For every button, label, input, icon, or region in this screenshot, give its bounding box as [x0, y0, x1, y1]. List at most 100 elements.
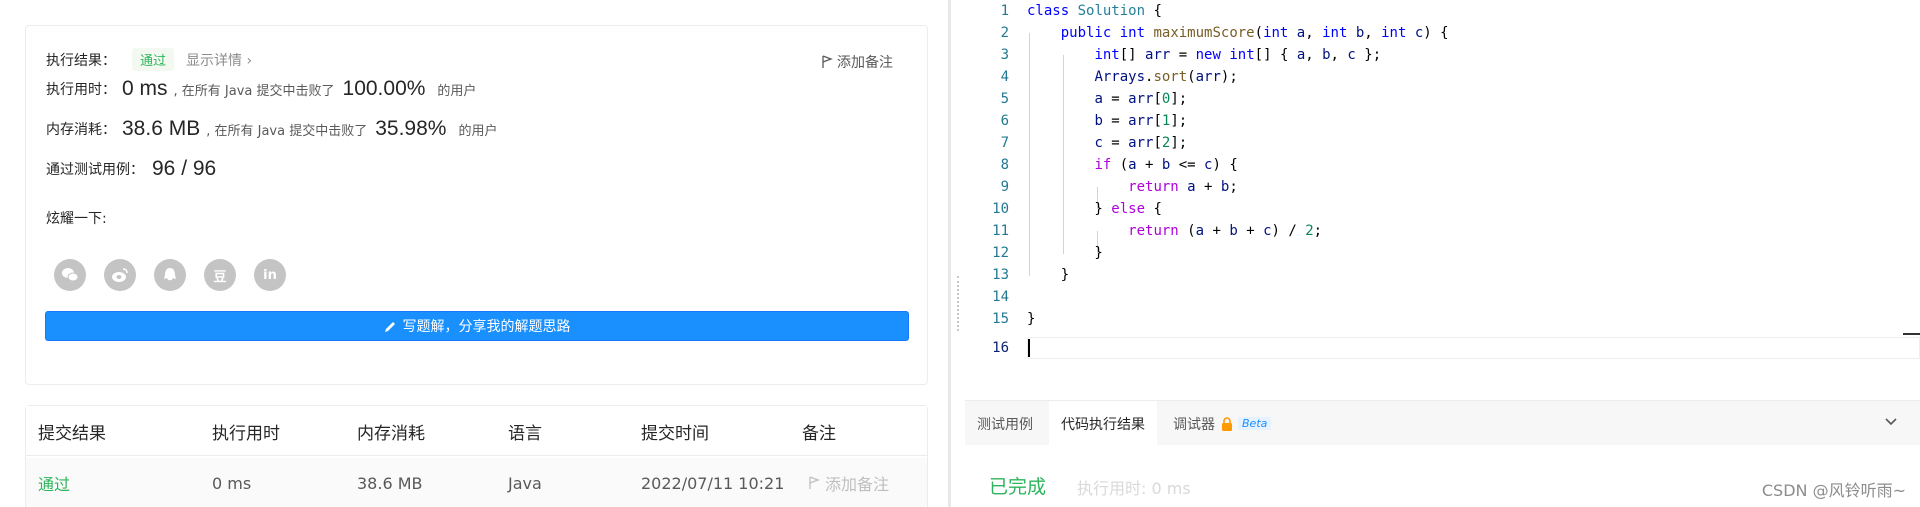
runtime-row: 执行用时： 0 ms , 在所有 Java 提交中击败了 100.00% 的用户	[46, 74, 476, 104]
line-number: 8	[1000, 157, 1009, 173]
linkedin-icon[interactable]: in	[254, 259, 286, 291]
result-label: 执行结果：	[46, 52, 116, 69]
code-line: 5 a = arr[0];	[951, 88, 1920, 110]
row-memory: 38.6 MB	[357, 473, 423, 493]
line-number: 16	[992, 340, 1009, 356]
row-add-note-button[interactable]: 添加备注	[808, 458, 889, 507]
header-memory: 内存消耗	[357, 423, 425, 444]
run-status: 已完成	[989, 476, 1047, 498]
code-line: 8 if (a + b <= c) {	[951, 154, 1920, 176]
line-number: 4	[1000, 69, 1009, 85]
code-line: 2 public int maximumScore(int a, int b, …	[951, 22, 1920, 44]
code-line: 4 Arrays.sort(arr);	[951, 66, 1920, 88]
code-text: a = arr[0];	[1094, 91, 1188, 107]
tab-debugger[interactable]: 调试器 Beta	[1161, 401, 1283, 446]
tab-code-result[interactable]: 代码执行结果	[1049, 401, 1157, 446]
code-line: 12 }	[951, 242, 1920, 264]
beta-badge: Beta	[1238, 417, 1272, 430]
code-text: class Solution {	[1027, 3, 1162, 19]
code-editor[interactable]: 1 class Solution { 2 public int maximumSc…	[951, 0, 1920, 400]
show-detail-link[interactable]: 显示详情 ›	[186, 50, 252, 70]
code-text: return a + b;	[1128, 179, 1238, 195]
line-number: 12	[992, 245, 1009, 261]
add-note-button[interactable]: 添加备注	[821, 52, 893, 72]
code-text: }	[1027, 311, 1036, 327]
console-panel: 测试用例 代码执行结果 调试器 Beta 已完成 执行用时: 0 ms CSDN…	[965, 400, 1920, 507]
line-number: 7	[1000, 135, 1009, 151]
csdn-watermark: CSDN @风铃听雨~	[1761, 481, 1906, 500]
line-number: 13	[992, 267, 1009, 283]
lock-icon	[1222, 416, 1232, 431]
code-text: public int maximumScore(int a, int b, in…	[1060, 25, 1449, 41]
row-result[interactable]: 通过	[38, 458, 70, 507]
tests-label: 通过测试用例：	[46, 162, 144, 178]
line-number: 3	[1000, 47, 1009, 63]
share-label: 炫耀一下:	[46, 211, 107, 227]
header-result: 提交结果	[38, 423, 106, 444]
code-text: Arrays.sort(arr);	[1094, 69, 1238, 85]
code-line: 16	[951, 337, 1920, 359]
code-line: 15}	[951, 308, 1920, 330]
debugger-label: 调试器	[1173, 416, 1215, 433]
console-tabs: 测试用例 代码执行结果 调试器 Beta	[965, 400, 1920, 446]
header-language: 语言	[508, 423, 542, 444]
share-icons: 豆 in	[54, 259, 286, 291]
line-number: 11	[992, 223, 1009, 239]
runtime-label: 执行用时：	[46, 82, 116, 98]
share-row: 炫耀一下:	[46, 208, 107, 228]
code-line: 6 b = arr[1];	[951, 110, 1920, 132]
memory-value: 38.6 MB	[122, 117, 201, 140]
exec-time-text: 执行用时: 0 ms	[1077, 479, 1191, 498]
code-panel: 1 class Solution { 2 public int maximumSc…	[951, 0, 1920, 507]
runtime-percent: 100.00%	[342, 77, 426, 100]
submission-panel: 执行结果： 通过 显示详情 › 添加备注 执行用时： 0 ms , 在所有 Ja…	[0, 0, 948, 507]
add-note-label: 添加备注	[837, 55, 893, 71]
row-note-label: 添加备注	[825, 475, 890, 494]
table-row[interactable]: 通过 0 ms 38.6 MB Java 2022/07/11 10:21 添加…	[26, 458, 927, 507]
memory-label: 内存消耗：	[46, 122, 116, 138]
code-text: c = arr[2];	[1094, 135, 1188, 151]
text-cursor	[1028, 339, 1030, 357]
memory-users-text: 的用户	[458, 123, 498, 139]
runtime-beat-text: , 在所有 Java 提交中击败了	[173, 83, 335, 99]
code-text: }	[1027, 245, 1103, 261]
qq-icon[interactable]	[154, 259, 186, 291]
tests-value: 96 / 96	[152, 157, 217, 180]
write-solution-button[interactable]: 写题解，分享我的解题思路	[45, 311, 909, 341]
flag-icon	[809, 476, 820, 489]
code-text: int[] arr = new int[] { a, b, c };	[1094, 47, 1382, 63]
code-text: if (a + b <= c) {	[1094, 157, 1238, 173]
line-number: 1	[1000, 3, 1009, 19]
memory-beat-text: , 在所有 Java 提交中击败了	[206, 123, 368, 139]
status-badge: 通过	[132, 48, 175, 71]
memory-row: 内存消耗： 38.6 MB , 在所有 Java 提交中击败了 35.98% 的…	[46, 114, 497, 144]
code-line: 7 c = arr[2];	[951, 132, 1920, 154]
leetcode-submission-page: 执行结果： 通过 显示详情 › 添加备注 执行用时： 0 ms , 在所有 Ja…	[0, 0, 1920, 507]
submissions-table: 提交结果 执行用时 内存消耗 语言 提交时间 备注 通过 0 ms 38.6 M…	[25, 405, 928, 507]
code-line: 9 return a + b;	[951, 176, 1920, 198]
header-time: 执行用时	[212, 423, 280, 444]
header-note: 备注	[802, 423, 836, 444]
row-submitted: 2022/07/11 10:21	[641, 473, 785, 493]
tab-test-case[interactable]: 测试用例	[965, 401, 1045, 446]
code-line: 10 } else {	[951, 198, 1920, 220]
weibo-icon[interactable]	[104, 259, 136, 291]
line-number: 10	[992, 201, 1009, 217]
code-line: 1 class Solution {	[951, 0, 1920, 22]
table-header: 提交结果 执行用时 内存消耗 语言 提交时间 备注	[26, 406, 927, 456]
line-number: 2	[1000, 25, 1009, 41]
overview-ruler-mark	[1903, 333, 1920, 335]
result-row: 执行结果： 通过 显示详情 ›	[46, 48, 252, 71]
write-solution-label: 写题解，分享我的解题思路	[402, 319, 571, 335]
wechat-icon[interactable]	[54, 259, 86, 291]
result-card: 执行结果： 通过 显示详情 › 添加备注 执行用时： 0 ms , 在所有 Ja…	[25, 25, 928, 385]
douban-icon[interactable]: 豆	[204, 259, 236, 291]
row-time: 0 ms	[212, 473, 252, 493]
line-number: 9	[1000, 179, 1009, 195]
tests-row: 通过测试用例： 96 / 96	[46, 154, 216, 184]
chevron-down-icon[interactable]	[1884, 413, 1898, 432]
line-number: 14	[992, 289, 1009, 305]
code-line: 3 int[] arr = new int[] { a, b, c };	[951, 44, 1920, 66]
runtime-users-text: 的用户	[437, 83, 477, 99]
code-text: return (a + b + c) / 2;	[1128, 223, 1323, 239]
